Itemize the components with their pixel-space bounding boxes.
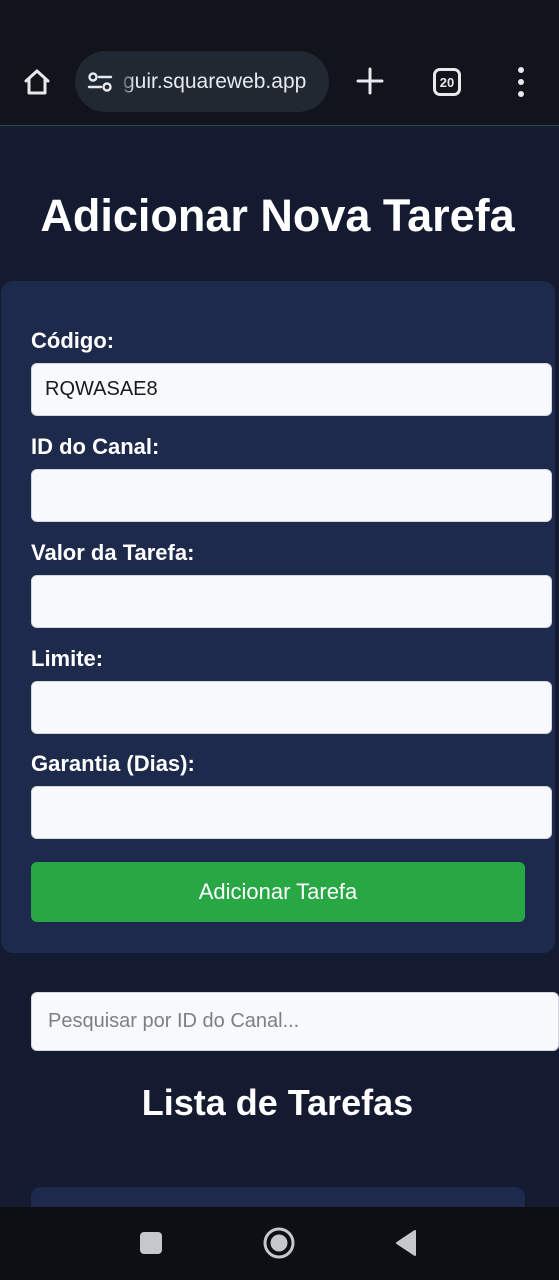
- new-tab-button[interactable]: [351, 62, 389, 100]
- recents-button[interactable]: [135, 1227, 167, 1259]
- limit-input[interactable]: [31, 681, 552, 734]
- add-task-button[interactable]: Adicionar Tarefa: [31, 862, 525, 922]
- url-fade: [119, 51, 135, 112]
- back-triangle-icon: [396, 1230, 416, 1256]
- tab-switcher-icon: 20: [433, 68, 461, 96]
- home-button[interactable]: [17, 62, 57, 102]
- search-input[interactable]: [31, 992, 559, 1051]
- recents-square-icon: [140, 1232, 162, 1254]
- warranty-input[interactable]: [31, 786, 552, 839]
- page-title: Adicionar Nova Tarefa: [40, 190, 515, 241]
- task-list-title: Lista de Tarefas: [141, 1082, 414, 1123]
- address-bar[interactable]: guir.squareweb.app: [75, 51, 329, 112]
- task-value-label: Valor da Tarefa:: [31, 540, 195, 565]
- task-value-input[interactable]: [31, 575, 552, 628]
- code-label: Código:: [31, 328, 115, 353]
- system-home-button[interactable]: [261, 1225, 297, 1261]
- tab-switcher-button[interactable]: 20: [427, 62, 467, 102]
- code-input[interactable]: [31, 363, 552, 416]
- back-button[interactable]: [390, 1227, 422, 1259]
- limit-label: Limite:: [31, 646, 104, 671]
- warranty-label: Garantia (Dias):: [31, 751, 195, 776]
- channel-id-label: ID do Canal:: [31, 434, 160, 459]
- more-vert-icon[interactable]: [505, 62, 537, 102]
- circle-home-icon: [263, 1227, 295, 1259]
- tab-count: 20: [439, 74, 455, 90]
- plus-icon: [356, 67, 384, 95]
- channel-id-input[interactable]: [31, 469, 552, 522]
- system-nav-bar: [0, 1207, 559, 1280]
- url-text: guir.squareweb.app: [123, 70, 307, 93]
- home-icon: [24, 69, 50, 95]
- browser-toolbar: guir.squareweb.app 20: [0, 0, 559, 126]
- site-settings-icon[interactable]: [87, 69, 113, 95]
